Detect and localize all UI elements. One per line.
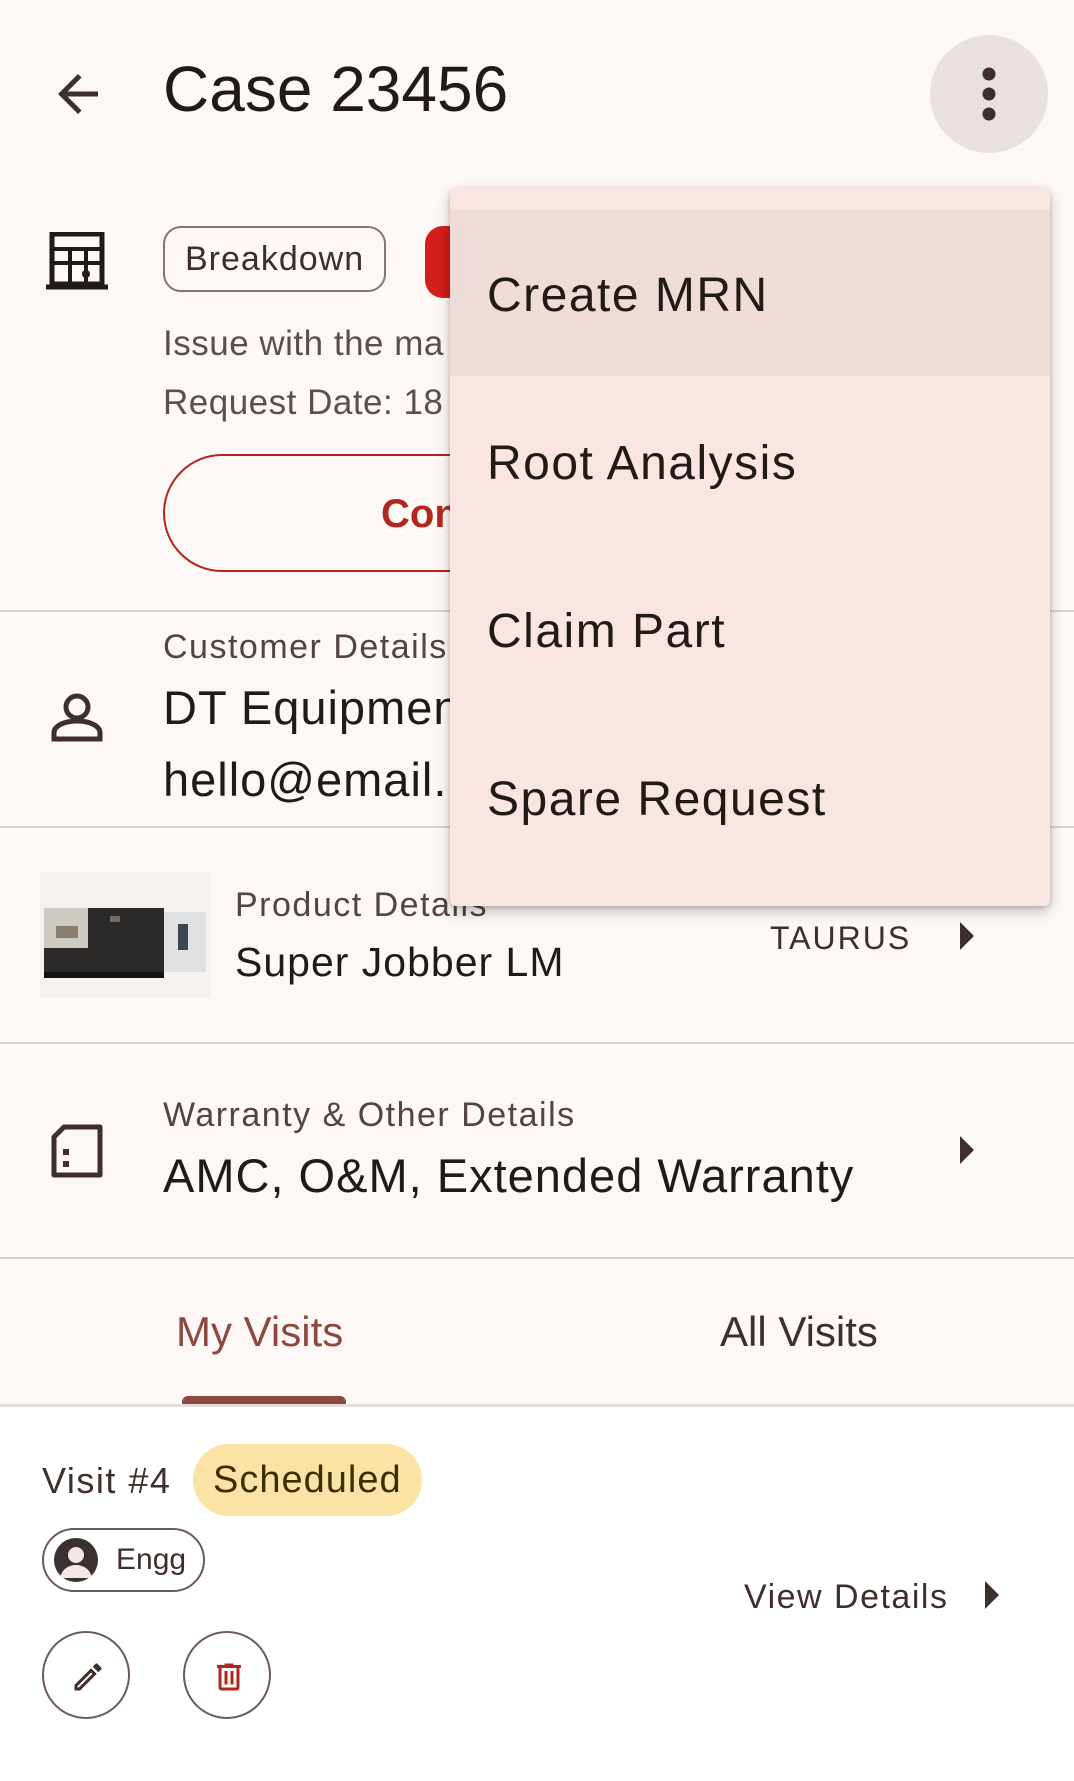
- warranty-details-label: Warranty & Other Details: [163, 1096, 576, 1134]
- trash-icon: [217, 1663, 241, 1691]
- customer-email: hello@email.: [163, 753, 448, 806]
- chevron-right-icon[interactable]: [960, 922, 974, 950]
- divider: [0, 1042, 1074, 1044]
- menu-item-label: Spare Request: [487, 773, 827, 826]
- menu-item-label: Create MRN: [487, 269, 769, 322]
- issue-description: Issue with the ma: [163, 324, 444, 363]
- document-icon: [50, 1123, 106, 1184]
- overflow-menu: Create MRN Root Analysis Claim Part Spar…: [450, 188, 1050, 906]
- case-type-chip: Breakdown: [163, 226, 387, 292]
- confirm-button-label: Con: [381, 492, 459, 536]
- edit-button[interactable]: [42, 1631, 130, 1719]
- pencil-icon: [74, 1663, 102, 1691]
- menu-item-create-mrn[interactable]: Create MRN: [450, 210, 1050, 376]
- divider: [0, 1257, 1074, 1259]
- customer-name: DT Equipmen: [163, 681, 461, 734]
- engineer-chip[interactable]: Engg: [42, 1528, 205, 1592]
- tab-all-visits[interactable]: All Visits: [720, 1308, 878, 1356]
- more-vert-icon: [982, 67, 996, 121]
- page-title: Case 23456: [163, 53, 509, 125]
- status-badge: Scheduled: [193, 1444, 422, 1516]
- menu-item-spare-request[interactable]: Spare Request: [450, 714, 1050, 880]
- delete-button[interactable]: [183, 1631, 271, 1719]
- avatar: [54, 1538, 98, 1582]
- product-image: [40, 872, 210, 997]
- chevron-right-icon[interactable]: [960, 1136, 974, 1164]
- product-brand: TAURUS: [770, 920, 912, 956]
- menu-item-claim-part[interactable]: Claim Part: [450, 546, 1050, 712]
- customer-details-label: Customer Details: [163, 628, 448, 666]
- request-date: Request Date: 18: [163, 383, 444, 422]
- more-options-button[interactable]: [930, 35, 1048, 153]
- visit-title: Visit #4: [42, 1460, 172, 1501]
- product-name: Super Jobber LM: [235, 939, 565, 985]
- menu-item-label: Root Analysis: [487, 437, 798, 490]
- menu-item-label: Claim Part: [487, 605, 727, 658]
- arrow-left-icon: [58, 74, 98, 114]
- view-details-link[interactable]: View Details: [744, 1578, 948, 1617]
- chevron-right-icon[interactable]: [985, 1581, 999, 1609]
- tab-my-visits[interactable]: My Visits: [176, 1308, 343, 1356]
- back-button[interactable]: [48, 64, 108, 124]
- menu-item-root-analysis[interactable]: Root Analysis: [450, 378, 1050, 544]
- warranty-value: AMC, O&M, Extended Warranty: [163, 1149, 855, 1202]
- engineer-label: Engg: [116, 1543, 187, 1576]
- person-icon: [50, 693, 104, 748]
- machine-icon: [46, 231, 110, 295]
